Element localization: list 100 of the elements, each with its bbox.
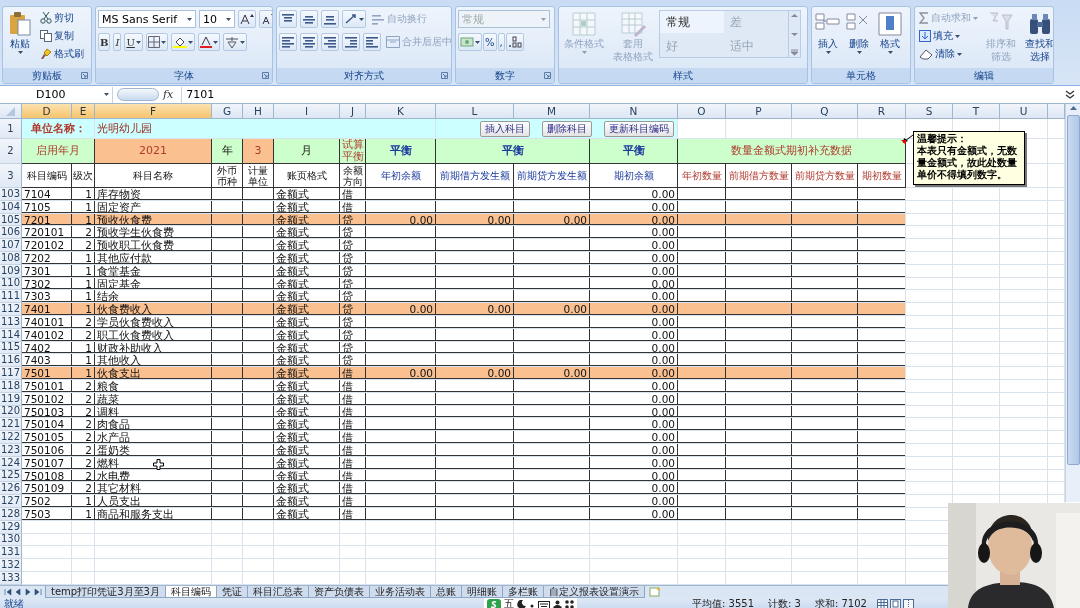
column-header[interactable]: P — [726, 104, 792, 119]
column-header[interactable]: I — [274, 104, 340, 119]
table-row[interactable]: 750101 2 粮食 金额式 借 0.00 — [22, 379, 906, 393]
font-size-field[interactable]: 10 — [199, 10, 235, 28]
sheet-tab[interactable]: 明细账 — [460, 586, 503, 598]
column-header[interactable]: U — [1000, 104, 1048, 119]
row-header[interactable]: 1 — [0, 119, 22, 139]
table-cell: 金额式 — [274, 290, 340, 303]
table-row[interactable]: 750105 2 水产品 金额式 借 0.00 — [22, 431, 906, 444]
table-row[interactable]: 750107 2 燃料 金额式 借 0.00 — [22, 456, 906, 470]
insert-function-button[interactable]: fx — [159, 88, 182, 101]
table-cell: 2 — [72, 456, 95, 469]
column-header[interactable]: M — [514, 104, 590, 119]
sheet-tab[interactable]: 自定义报表设置演示 — [542, 586, 645, 598]
column-header[interactable]: K — [366, 104, 436, 119]
sheet-button[interactable]: 删除科目 — [542, 120, 592, 137]
fill-button[interactable]: 填充 — [917, 28, 980, 44]
table-cell: 0.00 — [590, 379, 678, 392]
column-header[interactable]: Q — [792, 104, 858, 119]
table-cell: 0.00 — [590, 367, 678, 379]
cut-button[interactable]: 剪切 — [38, 10, 86, 26]
font-name-field[interactable]: MS Sans Serif — [98, 10, 196, 28]
table-row[interactable]: 7104 1 库存物资 金额式 借 0.00 — [22, 188, 906, 201]
column-header[interactable]: H — [243, 104, 274, 119]
table-row[interactable]: 750104 2 肉食品 金额式 借 0.00 — [22, 418, 906, 432]
comma-button[interactable]: , — [497, 33, 505, 51]
row-header[interactable]: 132 — [0, 559, 22, 572]
cells-button[interactable]: 删除 — [845, 10, 873, 55]
table-cell: 金额式 — [274, 418, 340, 431]
table-row[interactable]: 750108 2 水电费 金额式 借 0.00 — [22, 469, 906, 483]
row-header[interactable]: 112 — [0, 303, 22, 316]
table-row[interactable]: 750109 2 其它材料 金额式 借 0.00 — [22, 482, 906, 496]
row-header[interactable]: 106 — [0, 226, 22, 240]
italic-button[interactable]: I — [113, 33, 122, 51]
table-cell: 750103 — [22, 405, 72, 418]
cell-style[interactable]: 常规 — [660, 11, 724, 33]
table-cell: 0.00 — [590, 303, 678, 315]
column-header[interactable]: O — [678, 104, 726, 119]
table-cell: 0.00 — [366, 367, 436, 379]
percent-button[interactable]: % — [483, 33, 497, 51]
ime-mode[interactable]: 五 — [504, 598, 514, 608]
table-cell: 金额式 — [274, 354, 340, 367]
name-box[interactable]: D100 — [0, 86, 113, 103]
sheet-button[interactable]: 插入科目 — [480, 120, 530, 137]
format-painter-button[interactable]: 格式刷 — [38, 46, 86, 62]
row-header[interactable]: 122 — [0, 431, 22, 444]
row-header[interactable]: 3 — [0, 164, 22, 188]
column-header[interactable]: J — [340, 104, 366, 119]
column-header[interactable]: F — [95, 104, 212, 119]
table-cell: 0.00 — [514, 367, 590, 379]
sheet-tab[interactable]: 凭证 — [215, 586, 248, 598]
paste-button[interactable]: 粘贴 — [5, 10, 35, 55]
column-header[interactable]: D — [22, 104, 72, 119]
sheet-tab[interactable]: 多栏账 — [501, 586, 544, 598]
column-header[interactable]: G — [212, 104, 243, 119]
row-header[interactable]: 131 — [0, 546, 22, 560]
column-header[interactable]: N — [590, 104, 678, 119]
column-header[interactable]: E — [72, 104, 95, 119]
column-header[interactable]: S — [906, 104, 953, 119]
row-header[interactable]: 107 — [0, 239, 22, 252]
table-row[interactable]: 750103 2 调料 金额式 借 0.00 — [22, 405, 906, 419]
clear-button[interactable]: 清除 — [917, 46, 980, 62]
sheet-tab[interactable]: 业务活动表 — [368, 586, 431, 598]
table-cell: 1 — [72, 188, 95, 200]
row-header[interactable]: 127 — [0, 495, 22, 508]
table-cell: 0.00 — [590, 507, 678, 520]
row-header[interactable]: 116 — [0, 354, 22, 368]
table-row[interactable]: 750106 2 蛋奶类 金额式 借 0.00 — [22, 443, 906, 457]
table-row[interactable]: 7501 1 伙食支出 金额式 借 0.00 0.00 0.00 0.00 — [22, 367, 906, 380]
bold-button[interactable]: B — [98, 33, 111, 51]
row-header[interactable]: 2 — [0, 139, 22, 164]
table-cell: 预收伙食费 — [95, 213, 212, 226]
table-row[interactable]: 7502 1 人员支出 金额式 借 0.00 — [22, 495, 906, 508]
sheet-tab[interactable]: temp打印凭证3月至3月 — [45, 586, 166, 598]
sheet-tab[interactable]: 科目汇总表 — [246, 586, 309, 598]
table-row[interactable]: 7503 1 商品和服务支出 金额式 借 0.00 — [22, 507, 906, 521]
row-header[interactable]: 111 — [0, 290, 22, 304]
table-row[interactable]: 750102 2 蔬菜 金额式 借 0.00 — [22, 392, 906, 406]
underline-button[interactable]: U — [124, 33, 143, 51]
column-header[interactable]: R — [858, 104, 906, 119]
row-header[interactable]: 126 — [0, 482, 22, 496]
copy-button[interactable]: 复制 — [38, 28, 86, 44]
row-header[interactable]: 117 — [0, 367, 22, 380]
column-header[interactable]: L — [436, 104, 514, 119]
sheet-tab[interactable]: 总账 — [429, 586, 462, 598]
status-sum: 求和: 7102 — [814, 598, 867, 608]
table-cell: 1 — [72, 495, 95, 507]
column-heading: 期初数量 — [858, 164, 906, 188]
table-row[interactable]: 7105 1 固定资产 金额式 借 0.00 — [22, 200, 906, 214]
row-header[interactable]: 103 — [0, 188, 22, 201]
table-cell: 金额式 — [274, 405, 340, 418]
column-header[interactable]: T — [953, 104, 1000, 119]
sheet-button[interactable]: 更新科目编码 — [604, 120, 674, 137]
table-cell: 2021 — [95, 139, 212, 164]
formula-field[interactable]: 7101 — [181, 86, 1064, 103]
cells-button[interactable]: 插入 — [814, 10, 842, 55]
row-header[interactable]: 121 — [0, 418, 22, 432]
sheet-tab[interactable]: 科目编码 — [164, 586, 217, 598]
cells-button[interactable]: 格式 — [876, 10, 904, 55]
sheet-tab[interactable]: 资产负债表 — [307, 586, 370, 598]
